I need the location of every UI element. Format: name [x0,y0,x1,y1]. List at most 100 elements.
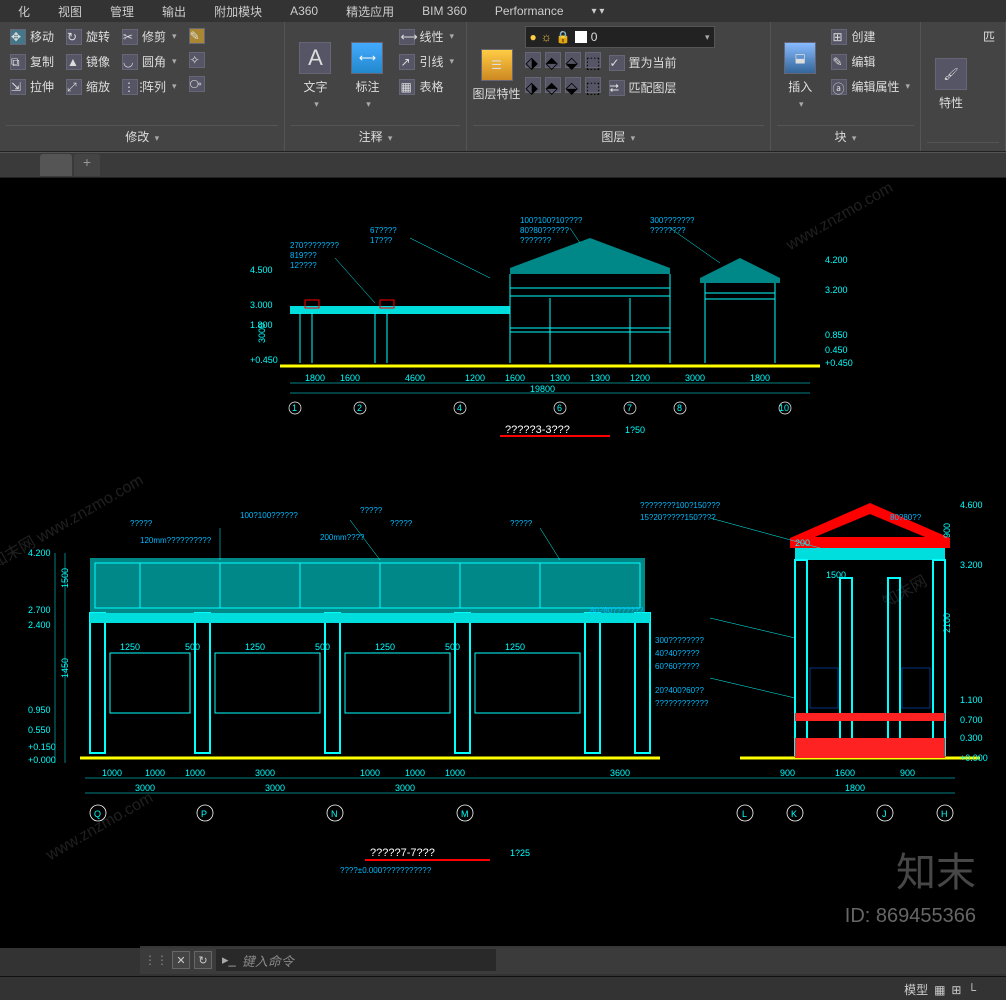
svg-text:P: P [201,809,207,819]
svg-text:1?25: 1?25 [510,848,530,858]
menu-item[interactable]: 附加模块 [200,3,276,20]
layer-dropdown[interactable]: ● ☼ 🔒 0 ▾ [525,26,715,48]
add-tab-button[interactable]: + [74,154,100,176]
svg-text:67????: 67???? [370,226,397,235]
svg-text:40?40?????: 40?40????? [655,649,700,658]
svg-text:?????: ????? [510,519,533,528]
svg-text:+0.000: +0.000 [960,753,988,763]
edit-button[interactable]: ✎编辑 [827,51,914,72]
menu-item[interactable]: 管理 [96,3,148,20]
svg-text:?????: ????? [390,519,413,528]
svg-text:120mm??????????: 120mm?????????? [140,536,212,545]
svg-text:0.300: 0.300 [960,733,983,743]
svg-text:3000: 3000 [257,323,267,343]
file-tab[interactable] [40,154,72,176]
menu-item[interactable]: 输出 [148,3,200,20]
layer-tool-icon[interactable]: ⬙ [565,77,581,93]
scale-button[interactable]: ⤢缩放 [62,76,114,97]
svg-text:1450: 1450 [60,658,70,678]
svg-text:80?80??????: 80?80?????? [520,226,569,235]
menu-item[interactable]: A360 [276,4,332,18]
menu-item[interactable]: 视图 [44,3,96,20]
svg-text:1200: 1200 [465,373,485,383]
trim-button[interactable]: ✂修剪▾ [118,26,181,47]
leader-icon: ↗ [399,54,415,70]
color-swatch [575,31,587,43]
menu-item[interactable]: BIM 360 [408,4,481,18]
svg-text:19800: 19800 [530,384,555,394]
layer-tool-icon[interactable]: ⬚ [585,52,601,68]
svg-text:1250: 1250 [505,642,525,652]
layer-properties-button[interactable]: ☰图层特性 [473,26,521,125]
text-button[interactable]: A文字▾ [291,26,339,125]
model-tab[interactable]: 模型 [904,981,928,998]
svg-text:+0.450: +0.450 [825,358,853,368]
svg-text:1?50: 1?50 [625,425,645,435]
table-button[interactable]: ▦表格 [395,76,458,97]
layer-tool-icon[interactable]: ⬘ [545,77,561,93]
brush-icon: 🖌 [935,58,967,90]
svg-text:????????????: ???????????? [655,699,709,708]
mirror-button[interactable]: ▲镜像 [62,51,114,72]
svg-text:1.100: 1.100 [960,695,983,705]
status-icon[interactable]: └ [967,983,976,997]
match-layer-button[interactable]: ⮂匹配图层 [605,77,681,98]
dimension-button[interactable]: ⟷标注▾ [343,26,391,125]
sun-icon: ☼ [541,30,552,44]
layer-tool-icon[interactable]: ⬙ [565,52,581,68]
match-props-button[interactable]: 匹 [979,26,999,47]
layer-tool-icon[interactable]: ⬗ [525,52,541,68]
fillet-button[interactable]: ◡圆角▾ [118,51,181,72]
svg-text:270????????: 270???????? [290,241,339,250]
check-icon: ✓ [609,55,625,71]
command-input[interactable]: ▸_ 键入命令 [216,949,496,971]
svg-text:1500: 1500 [826,570,846,580]
menu-item[interactable]: Performance [481,4,578,18]
layer-tool-icon[interactable]: ⬘ [545,52,561,68]
array-button[interactable]: ⋮⋮阵列▾ [118,76,181,97]
ribbon: ✥移动 ⧉复制 ⇲拉伸 ↻旋转 ▲镜像 ⤢缩放 ✂修剪▾ ◡圆角▾ ⋮⋮阵列▾ … [0,22,1006,152]
status-icon[interactable]: ⊞ [951,983,961,997]
svg-text:J: J [882,809,887,819]
attr-icon: ⓐ [831,79,847,95]
svg-text:1000: 1000 [445,768,465,778]
layer-tool-icon[interactable]: ⬚ [585,77,601,93]
grid-icon[interactable]: ▦ [934,983,945,997]
svg-text:0.950: 0.950 [28,705,51,715]
menu-item[interactable]: 化 [4,3,44,20]
move-button[interactable]: ✥移动 [6,26,58,47]
stretch-button[interactable]: ⇲拉伸 [6,76,58,97]
menu-dropdown-icon[interactable]: ▾ ▾ [578,6,619,17]
offset-icon: ⧂ [189,76,205,92]
menu-item[interactable]: 精选应用 [332,3,408,20]
leader-button[interactable]: ↗引线▾ [395,51,458,72]
rotate-button[interactable]: ↻旋转 [62,26,114,47]
icon-button[interactable]: ⧂ [185,74,209,94]
array-icon: ⋮⋮ [122,79,138,95]
icon-button[interactable]: ✧ [185,50,209,70]
svg-text:1000: 1000 [102,768,122,778]
svg-text:80?80???????: 80?80??????? [590,606,644,615]
insert-button[interactable]: ⬓插入▾ [777,26,823,125]
svg-text:17???: 17??? [370,236,393,245]
svg-text:200: 200 [795,538,810,548]
copy-button[interactable]: ⧉复制 [6,51,58,72]
svg-text:1800: 1800 [845,783,865,793]
create-button[interactable]: ⊞创建 [827,26,914,47]
watermark-brand: 知末 [896,840,976,898]
properties-button[interactable]: 🖌特性 [927,26,975,142]
svg-text:+0.450: +0.450 [250,355,278,365]
close-icon[interactable]: ✕ [172,951,190,969]
panel-modify: ✥移动 ⧉复制 ⇲拉伸 ↻旋转 ▲镜像 ⤢缩放 ✂修剪▾ ◡圆角▾ ⋮⋮阵列▾ … [0,22,285,151]
rotate-icon: ↻ [66,29,82,45]
svg-text:1600: 1600 [505,373,525,383]
svg-text:????????100?150???: ????????100?150??? [640,501,721,510]
drawing-canvas[interactable]: 知末网 www.znzmo.com www.znzmo.com www.znzm… [0,178,1006,948]
set-current-button[interactable]: ✓置为当前 [605,52,681,73]
edit-attr-button[interactable]: ⓐ编辑属性▾ [827,76,914,97]
icon-button[interactable]: ✎ [185,26,209,46]
bottom-section-drawing: 1250 500 1250 500 1250 500 1250 [20,478,1000,918]
layer-tool-icon[interactable]: ⬗ [525,77,541,93]
linear-button[interactable]: ⟷线性▾ [395,26,458,47]
recent-icon[interactable]: ↻ [194,951,212,969]
